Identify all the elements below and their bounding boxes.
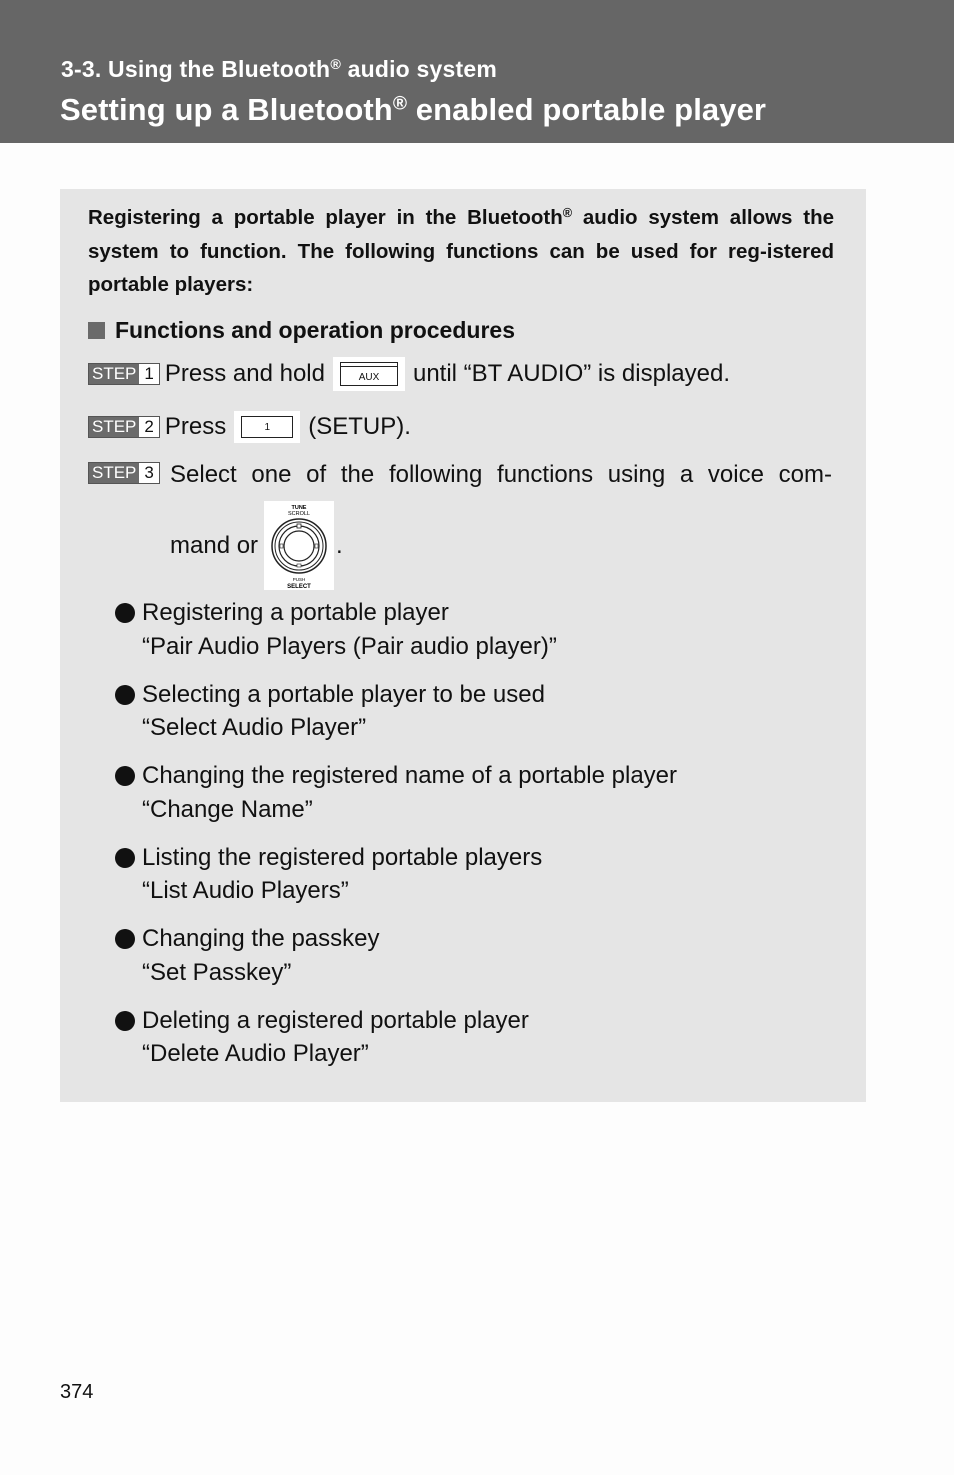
list-item: Selecting a portable player to be used “…	[115, 678, 855, 745]
step-1: STEP 1 Press and hold AUX until “BT AUDI…	[88, 357, 730, 391]
subheading: Functions and operation procedures	[88, 317, 515, 344]
bullet-dot-icon	[115, 929, 135, 949]
section-title-suffix: audio system	[341, 56, 498, 82]
step-2: STEP 2 Press 1 (SETUP).	[88, 411, 411, 443]
knob-bottom-label: PUSH	[293, 577, 306, 582]
step-label: STEP	[89, 417, 140, 437]
voice-command: “Pair Audio Players (Pair audio player)”	[142, 632, 557, 660]
function-description: Changing the passkey	[142, 925, 380, 952]
step-3-text: Select one of the following functions us…	[170, 461, 832, 488]
step-text: mand or	[170, 531, 259, 559]
aux-button-label: AUX	[358, 372, 380, 383]
bullet-dot-icon	[115, 847, 135, 868]
voice-command: “List Audio Players”	[142, 877, 349, 904]
list-item-text: Changing the registered name of a portab…	[142, 759, 677, 826]
step-number: 2	[139, 417, 159, 437]
list-item-text: Changing the passkey “Set Passkey”	[142, 922, 380, 989]
tune-knob-icon: TUNE SCROLL PUSH SELECT	[271, 505, 327, 590]
function-description: Changing the registered name of a portab…	[142, 762, 678, 789]
step-text: Press	[164, 413, 227, 440]
step-text: .	[336, 531, 343, 559]
page-number: 374	[60, 1381, 94, 1403]
intro-text: Registering a portable player in the Blu…	[88, 206, 563, 229]
preset-button-illustration: 1	[234, 411, 301, 443]
step-badge: STEP 1	[88, 363, 160, 385]
voice-command: “Delete Audio Player”	[142, 1040, 369, 1067]
step-badge: STEP 3	[88, 462, 160, 484]
subheading-text: Functions and operation procedures	[115, 317, 515, 343]
content-box: Registering a portable player in the Blu…	[60, 189, 866, 1102]
voice-command: “Change Name”	[142, 795, 313, 823]
square-bullet-icon	[88, 322, 105, 339]
section-title: 3-3. Using the Bluetooth® audio system	[61, 56, 497, 83]
step-3-continuation: mand or TUNE SCROLL PUSH SELECT .	[170, 501, 343, 590]
knob-bottom-label: SELECT	[287, 584, 311, 590]
knob-top-label: SCROLL	[288, 511, 310, 517]
step-text: Press and hold	[164, 360, 325, 387]
list-item-text: Deleting a registered portable player “D…	[142, 1004, 529, 1071]
bullet-dot-icon	[115, 603, 135, 623]
registered-mark: ®	[330, 57, 342, 74]
step-label: STEP	[89, 364, 140, 384]
list-item: Changing the passkey “Set Passkey”	[115, 922, 855, 989]
function-description: Registering a portable player	[142, 599, 449, 626]
aux-button-illustration: AUX	[332, 357, 405, 391]
page-title: Setting up a Bluetooth® enabled portable…	[60, 92, 766, 128]
chapter-header: 3-3. Using the Bluetooth® audio system S…	[0, 0, 954, 143]
function-description: Deleting a registered portable player	[142, 1006, 529, 1034]
voice-command: “Select Audio Player”	[142, 714, 367, 741]
tune-scroll-knob-illustration: TUNE SCROLL PUSH SELECT	[264, 501, 335, 590]
step-label: STEP	[89, 463, 140, 483]
list-item: Registering a portable player “Pair Audi…	[115, 596, 855, 663]
page-title-suffix: enabled portable player	[407, 92, 767, 127]
step-3-badge-row: STEP 3	[88, 462, 165, 484]
bullet-dot-icon	[115, 684, 135, 705]
list-item: Changing the registered name of a portab…	[115, 759, 855, 826]
registered-mark: ®	[562, 205, 573, 221]
step-number: 1	[139, 364, 159, 384]
page-title-text: Setting up a Bluetooth	[60, 92, 393, 127]
list-item-text: Registering a portable player “Pair Audi…	[142, 596, 557, 663]
list-item: Deleting a registered portable player “D…	[115, 1004, 855, 1071]
section-title-text: 3-3. Using the Bluetooth	[61, 56, 331, 82]
function-list: Registering a portable player “Pair Audi…	[115, 596, 855, 1085]
function-description: Selecting a portable player to be used	[142, 680, 545, 708]
list-item-text: Listing the registered portable players …	[142, 841, 542, 908]
preset-1-button-icon: 1	[241, 416, 294, 438]
registered-mark: ®	[392, 93, 408, 115]
step-number: 3	[139, 463, 159, 483]
preset-button-label: 1	[264, 421, 271, 433]
list-item-text: Selecting a portable player to be used “…	[142, 678, 545, 745]
bullet-dot-icon	[115, 766, 135, 786]
voice-command: “Set Passkey”	[142, 958, 292, 986]
intro-paragraph: Registering a portable player in the Blu…	[88, 201, 834, 302]
list-item: Listing the registered portable players …	[115, 841, 855, 908]
step-text: until “BT AUDIO” is displayed.	[412, 360, 730, 387]
step-badge: STEP 2	[88, 416, 160, 438]
aux-button-icon: AUX	[339, 362, 398, 386]
function-description: Listing the registered portable players	[142, 843, 543, 871]
bullet-dot-icon	[115, 1010, 135, 1031]
step-text: (SETUP).	[308, 413, 411, 440]
